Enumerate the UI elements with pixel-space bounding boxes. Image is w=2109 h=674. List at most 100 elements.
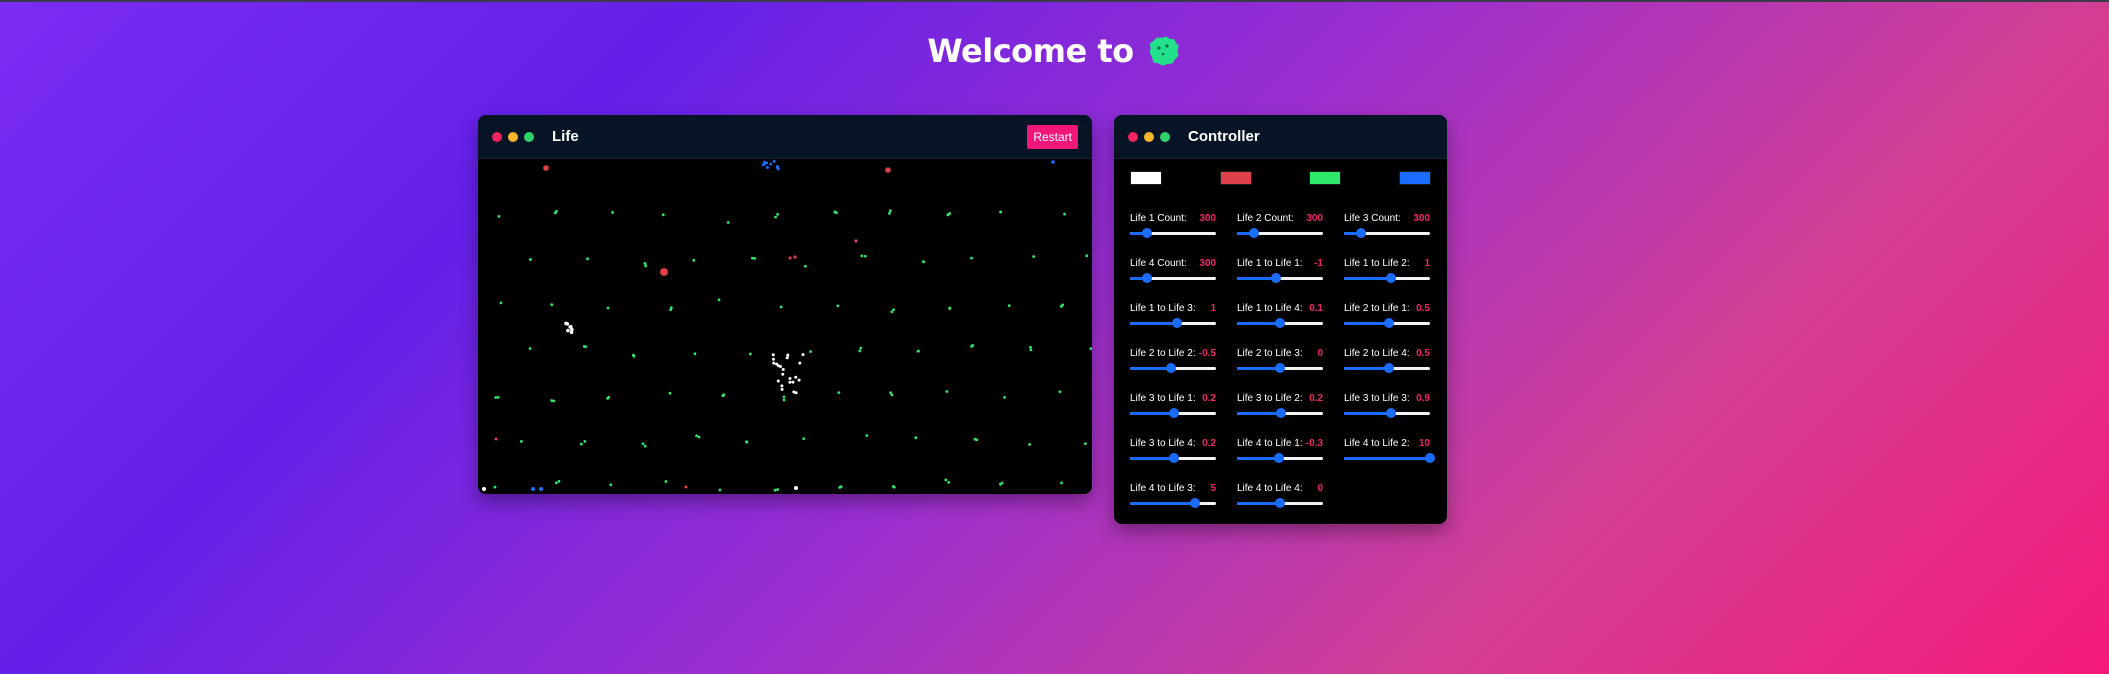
slider-thumb[interactable] (1142, 273, 1153, 283)
page-title-text: Welcome to (927, 32, 1134, 70)
slider-thumb[interactable] (1275, 498, 1285, 508)
slider-fill (1344, 367, 1389, 370)
slider-thumb[interactable] (1168, 453, 1179, 463)
control-header: Life 1 Count: 300 (1130, 213, 1216, 224)
control-slider[interactable] (1344, 273, 1430, 283)
green-particle (999, 210, 1003, 214)
control-label: Life 4 to Life 2: (1344, 438, 1410, 449)
slider-thumb[interactable] (1386, 273, 1397, 283)
green-particle (946, 213, 950, 217)
green-particle (837, 391, 841, 395)
minimize-dot-icon[interactable] (508, 131, 518, 142)
slider-thumb[interactable] (1172, 318, 1183, 328)
green-particle (494, 396, 498, 399)
green-particle (668, 391, 672, 395)
green-particle (550, 399, 554, 402)
control-value: 0.1 (1309, 303, 1323, 314)
maximize-dot-icon[interactable] (1160, 131, 1170, 142)
slider-fill (1130, 502, 1195, 505)
white-particle (566, 328, 570, 333)
slider-thumb[interactable] (1275, 408, 1286, 418)
control-slider[interactable] (1130, 408, 1216, 418)
control-slider[interactable] (1344, 453, 1435, 463)
slider-thumb[interactable] (1142, 228, 1153, 238)
control-slider[interactable] (1344, 408, 1430, 418)
green-particle (782, 398, 786, 402)
slider-thumb[interactable] (1356, 228, 1367, 238)
slider-fill (1130, 367, 1172, 370)
white-particle (780, 384, 784, 388)
life-1-color-swatch[interactable] (1130, 171, 1162, 185)
control-item: Life 2 Count: 300 (1237, 213, 1323, 238)
control-slider[interactable] (1130, 228, 1216, 238)
control-label: Life 2 to Life 2: (1130, 348, 1196, 359)
control-header: Life 3 Count: 300 (1344, 213, 1430, 224)
green-particle (550, 303, 554, 307)
green-particle (839, 485, 843, 488)
slider-thumb[interactable] (1275, 363, 1285, 373)
white-particle (794, 486, 798, 490)
green-particle (641, 442, 645, 446)
control-slider[interactable] (1237, 273, 1323, 283)
control-slider[interactable] (1344, 318, 1430, 328)
green-particle (809, 350, 812, 354)
green-particle (643, 444, 647, 448)
slider-thumb[interactable] (1386, 408, 1397, 418)
control-slider[interactable] (1237, 228, 1323, 238)
green-particle (948, 307, 952, 310)
control-slider[interactable] (1237, 408, 1323, 418)
control-slider[interactable] (1344, 228, 1430, 238)
green-particle (493, 485, 497, 489)
control-slider[interactable] (1130, 498, 1216, 508)
white-particle (778, 364, 782, 368)
green-particle (669, 308, 673, 312)
control-slider[interactable] (1237, 318, 1323, 328)
green-particle (1000, 481, 1004, 485)
control-label: Life 3 Count: (1344, 213, 1401, 224)
slider-thumb[interactable] (1166, 363, 1177, 373)
control-header: Life 1 to Life 2: 1 (1344, 258, 1430, 269)
control-slider[interactable] (1344, 363, 1430, 373)
control-header: Life 3 to Life 4: 0.2 (1130, 438, 1216, 449)
control-slider[interactable] (1237, 453, 1323, 463)
life-4-color-swatch[interactable] (1398, 171, 1431, 185)
slider-thumb[interactable] (1249, 228, 1260, 238)
slider-thumb[interactable] (1383, 318, 1394, 328)
green-particle (1083, 442, 1087, 446)
close-dot-icon[interactable] (492, 131, 502, 142)
slider-thumb[interactable] (1425, 453, 1435, 463)
green-particle (606, 396, 610, 400)
green-particle (1029, 348, 1033, 352)
slider-thumb[interactable] (1168, 408, 1179, 418)
maximize-dot-icon[interactable] (524, 131, 534, 142)
green-particle (802, 437, 806, 441)
green-particle (1029, 345, 1032, 349)
control-item: Life 3 to Life 3: 0.9 (1344, 393, 1430, 418)
slider-thumb[interactable] (1383, 363, 1394, 373)
red-particle (660, 268, 668, 276)
control-slider[interactable] (1130, 453, 1216, 463)
control-slider[interactable] (1130, 273, 1216, 283)
control-slider[interactable] (1237, 498, 1323, 508)
slider-fill (1130, 322, 1178, 325)
slider-thumb[interactable] (1270, 273, 1281, 283)
control-item: Life 4 to Life 1: -0.3 (1237, 438, 1323, 463)
life-3-color-swatch[interactable] (1309, 171, 1342, 185)
controller-body: Life 1 Count: 300 Life 2 Count: 300 Life 3 C… (1114, 159, 1447, 508)
close-dot-icon[interactable] (1128, 131, 1138, 142)
slider-thumb[interactable] (1274, 453, 1285, 463)
slider-thumb[interactable] (1275, 318, 1285, 328)
color-swatches (1130, 171, 1431, 185)
white-particle (788, 376, 792, 380)
white-particle (785, 356, 789, 360)
life-2-color-swatch[interactable] (1219, 171, 1252, 185)
minimize-dot-icon[interactable] (1144, 131, 1154, 142)
control-item: Life 4 to Life 3: 5 (1130, 483, 1216, 508)
simulation-canvas[interactable] (478, 159, 1092, 494)
restart-button[interactable]: Restart (1027, 124, 1078, 149)
control-slider[interactable] (1130, 318, 1216, 328)
green-particle (1058, 390, 1062, 394)
control-slider[interactable] (1237, 363, 1323, 373)
control-slider[interactable] (1130, 363, 1216, 373)
slider-thumb[interactable] (1189, 498, 1200, 508)
